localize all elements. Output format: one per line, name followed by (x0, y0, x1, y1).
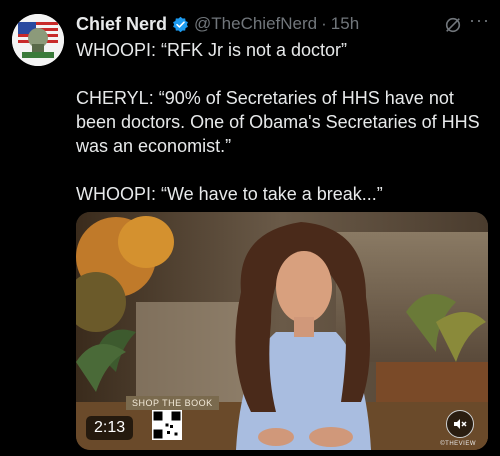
timestamp[interactable]: 15h (331, 14, 359, 34)
speaker-muted-icon (454, 419, 467, 429)
tweet-text: WHOOPI: “RFK Jr is not a doctor” CHERYL:… (76, 38, 486, 206)
grok-icon[interactable] (444, 16, 462, 34)
video-player[interactable]: SHOP THE BOOK 2:13 ©THEVIEW (76, 212, 488, 450)
video-frame (76, 212, 488, 450)
avatar-image (12, 14, 64, 66)
handle[interactable]: @TheChiefNerd (194, 14, 317, 34)
display-name[interactable]: Chief Nerd (76, 14, 167, 35)
tweet-line-5: WHOOPI: “We have to take a break...” (76, 184, 383, 204)
more-options-icon[interactable]: ··· (469, 10, 490, 31)
tweet-line-3: CHERYL: “90% of Secretaries of HHS have … (76, 88, 480, 156)
tweet-header: Chief Nerd @TheChiefNerd · 15h (76, 12, 490, 36)
separator: · (321, 14, 327, 33)
qr-code-icon (152, 410, 182, 440)
shop-the-book-banner: SHOP THE BOOK (126, 396, 219, 410)
mute-toggle[interactable] (446, 410, 474, 438)
watermark: ©THEVIEW (440, 441, 476, 447)
avatar[interactable] (12, 14, 64, 66)
tweet-line-1: WHOOPI: “RFK Jr is not a doctor” (76, 40, 348, 60)
verified-badge-icon (173, 16, 188, 32)
video-duration: 2:13 (86, 416, 134, 440)
